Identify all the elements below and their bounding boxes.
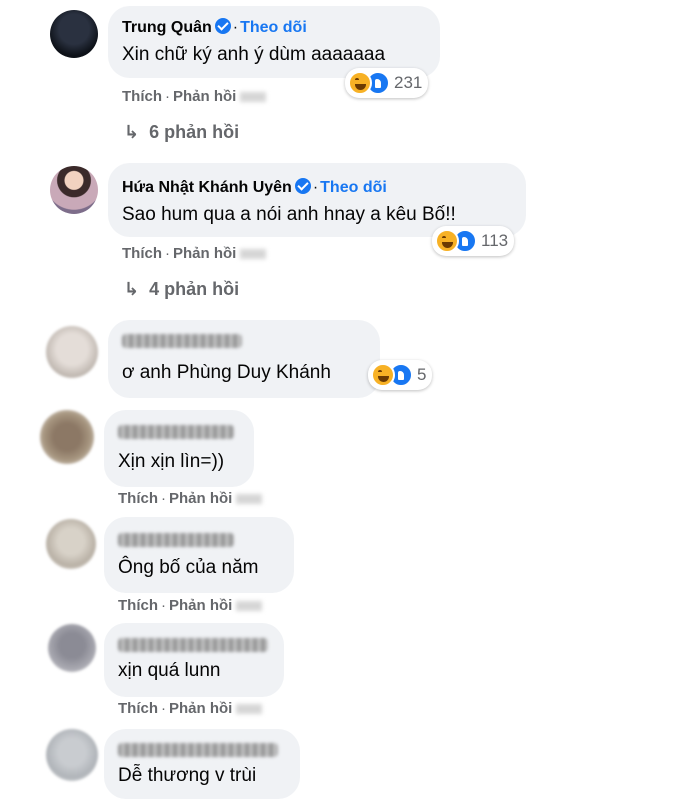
commenter-name-blurred[interactable] [118,743,278,757]
comment-bubble [104,729,300,799]
reaction-summary[interactable]: 231 [345,68,429,98]
avatar[interactable] [50,10,98,58]
haha-reaction-icon [435,229,459,253]
separator-dot: · [165,245,170,262]
separator-dot: · [232,19,239,36]
reaction-count: 5 [417,365,427,384]
commenter-name-blurred[interactable] [118,638,268,652]
verified-badge-icon [214,18,231,34]
comment-bubble [108,320,380,398]
reply-action[interactable]: Phản hồi [169,597,232,614]
reply-arrow-icon: ↳ [124,122,140,142]
comment-item: Hứa Nhật Khánh Uyên · Theo dõi Sao hum qua… [0,160,700,310]
comment-text: Dễ thương v trùi [118,765,257,786]
comment-bubble [104,410,254,487]
comment-actions: Thích · Phản hồi [122,88,267,105]
commenter-name-blurred[interactable] [122,334,242,348]
like-action[interactable]: Thích [122,88,162,105]
avatar[interactable] [50,166,98,214]
reaction-count: 231 [394,73,423,92]
follow-link[interactable]: Theo dõi [240,19,307,36]
avatar[interactable] [46,519,96,569]
reply-action[interactable]: Phản hồi [173,245,236,262]
replies-count: 6 phản hồi [149,122,240,142]
like-action[interactable]: Thích [122,245,162,262]
comment-text: Xịn xịn lìn=)) [118,451,225,472]
reply-action[interactable]: Phản hồi [169,700,232,717]
like-action[interactable]: Thích [118,597,158,614]
commenter-name-row: Trung Quân · Theo dõi [122,18,307,37]
commenter-name[interactable]: Trung Quân [122,19,212,36]
commenter-name-blurred[interactable] [118,425,234,439]
separator-dot: · [161,597,166,614]
comment-item: ơ anh Phùng Duy Khánh 5 [0,312,700,407]
separator-dot: · [312,179,319,196]
commenter-name[interactable]: Hứa Nhật Khánh Uyên [122,179,292,196]
comment-item: Trung Quân · Theo dõi Xin chữ ký anh ý dùm… [0,0,700,160]
like-action[interactable]: Thích [118,700,158,717]
haha-reaction-icon [371,363,395,387]
replies-count: 4 phản hồi [149,279,240,299]
timestamp [240,92,267,103]
follow-link[interactable]: Theo dõi [320,179,387,196]
view-replies-link[interactable]: ↳ 4 phản hồi [124,279,239,300]
reply-arrow-icon: ↳ [124,279,140,299]
separator-dot: · [165,88,170,105]
comment-item: xịn quá lunn Thích · Phản hồi [0,620,700,725]
commenter-name-blurred[interactable] [118,533,234,547]
haha-reaction-icon [348,71,372,95]
timestamp [236,494,263,505]
comment-actions: Thích · Phản hồi [118,597,263,614]
comment-actions: Thích · Phản hồi [118,700,263,717]
comment-text: Sao hum qua a nói anh hnay a kêu Bố!! [122,204,456,225]
comment-item: Dễ thương v trùi [0,725,700,800]
separator-dot: · [161,700,166,717]
comment-bubble [104,517,294,593]
timestamp [240,249,267,260]
comment-text: xịn quá lunn [118,660,221,681]
verified-badge-icon [294,178,311,194]
comment-item: Ông bố của năm Thích · Phản hồi [0,515,700,620]
avatar[interactable] [48,624,96,672]
timestamp [236,704,263,715]
comment-text: Xin chữ ký anh ý dùm aaaaaaa [122,44,386,65]
timestamp [236,601,263,612]
comment-actions: Thích · Phản hồi [118,490,263,507]
view-replies-link[interactable]: ↳ 6 phản hồi [124,122,239,143]
reaction-summary[interactable]: 113 [432,226,515,256]
comment-text: ơ anh Phùng Duy Khánh [122,362,331,383]
commenter-name-row: Hứa Nhật Khánh Uyên · Theo dõi [122,178,387,197]
comment-text: Ông bố của năm [118,557,259,578]
avatar[interactable] [46,326,98,378]
reaction-count: 113 [481,231,509,250]
reply-action[interactable]: Phản hồi [169,490,232,507]
separator-dot: · [161,490,166,507]
avatar[interactable] [40,410,94,464]
avatar[interactable] [46,729,98,781]
comment-item: Xịn xịn lìn=)) Thích · Phản hồi [0,405,700,515]
reply-action[interactable]: Phản hồi [173,88,236,105]
comment-actions: Thích · Phản hồi [122,245,267,262]
like-action[interactable]: Thích [118,490,158,507]
reaction-summary[interactable]: 5 [368,360,433,390]
